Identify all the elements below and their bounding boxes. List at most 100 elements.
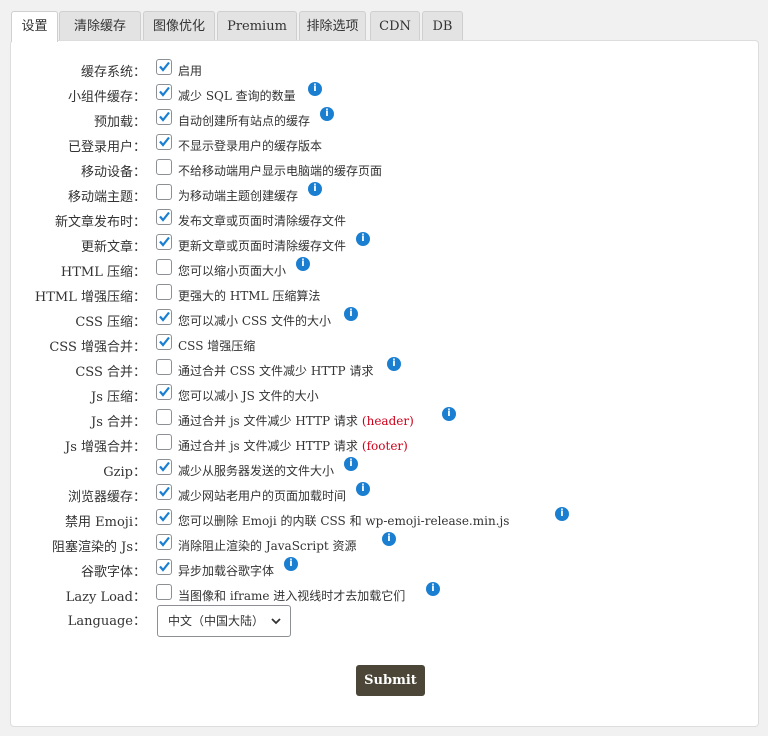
setting-row: CSS 压缩： 您可以减小 CSS 文件的大小 i (0, 307, 760, 332)
setting-checkbox[interactable] (156, 484, 172, 500)
info-icon[interactable]: i (387, 357, 401, 371)
setting-description: 发布文章或页面时清除缓存文件 (178, 212, 346, 229)
setting-checkbox[interactable] (156, 359, 172, 375)
tab-clear-cache[interactable]: 清除缓存 (59, 11, 141, 40)
setting-label: HTML 增强压缩： (34, 290, 146, 305)
checkmark-icon (159, 536, 170, 547)
setting-description: 不显示登录用户的缓存版本 (178, 137, 322, 154)
checkmark-icon (159, 61, 170, 72)
info-icon[interactable]: i (296, 257, 310, 271)
setting-checkbox[interactable] (156, 534, 172, 550)
setting-row: CSS 增强合并： CSS 增强压缩 (0, 333, 760, 357)
setting-label: 浏览器缓存： (67, 490, 146, 505)
info-icon[interactable]: i (442, 407, 456, 421)
checkmark-icon (159, 111, 170, 122)
setting-checkbox[interactable] (156, 284, 172, 300)
setting-description-text: 减少网站老用户的页面加载时间 (178, 489, 347, 503)
info-icon[interactable]: i (344, 307, 358, 321)
info-icon[interactable]: i (308, 82, 322, 96)
setting-description: 消除阻止渲染的 JavaScript 资源 (178, 537, 357, 554)
setting-description: 您可以减小 JS 文件的大小 (178, 387, 319, 404)
setting-row: HTML 增强压缩： 更强大的 HTML 压缩算法 (0, 283, 760, 307)
setting-description: 通过合并 CSS 文件减少 HTTP 请求 (178, 362, 373, 379)
info-icon[interactable]: i (284, 557, 298, 571)
setting-checkbox[interactable] (156, 109, 172, 125)
setting-label: Gzip： (103, 465, 146, 480)
setting-description: 为移动端主题创建缓存 (178, 187, 298, 204)
setting-label: 阻塞渲染的 Js： (51, 540, 146, 555)
setting-description: 当图像和 iframe 进入视线时才去加载它们 (178, 587, 405, 604)
tab-db[interactable]: DB (422, 11, 463, 40)
setting-checkbox[interactable] (156, 459, 172, 475)
setting-checkbox[interactable] (156, 409, 172, 425)
setting-description-text: 发布文章或页面时清除缓存文件 (178, 214, 347, 228)
tab-premium[interactable]: Premium (217, 11, 297, 40)
setting-row: 更新文章： 更新文章或页面时清除缓存文件 i (0, 232, 760, 257)
setting-description: 更强大的 HTML 压缩算法 (178, 287, 320, 304)
setting-checkbox[interactable] (156, 584, 172, 600)
info-icon[interactable]: i (356, 232, 370, 246)
checkmark-icon (159, 136, 170, 147)
language-select[interactable]: 中文（中国大陆） (157, 605, 291, 637)
setting-checkbox[interactable] (156, 134, 172, 150)
tab-cdn[interactable]: CDN (370, 11, 420, 40)
setting-label: 新文章发布时： (54, 215, 146, 230)
setting-label: 移动端主题： (67, 190, 146, 205)
setting-checkbox[interactable] (156, 384, 172, 400)
setting-checkbox[interactable] (156, 209, 172, 225)
setting-row: Js 压缩： 您可以减小 JS 文件的大小 (0, 383, 760, 407)
setting-checkbox[interactable] (156, 159, 172, 175)
setting-label: 谷歌字体： (80, 565, 146, 580)
setting-description: 通过合并 js 文件减少 HTTP 请求 (footer) (178, 437, 408, 454)
setting-description-text: 通过合并 js 文件减少 HTTP 请求 (178, 414, 358, 428)
setting-checkbox[interactable] (156, 59, 172, 75)
setting-checkbox[interactable] (156, 434, 172, 450)
setting-row: HTML 压缩： 您可以缩小页面大小 i (0, 257, 760, 282)
setting-row: 小组件缓存： 减少 SQL 查询的数量 i (0, 82, 760, 107)
setting-row: 禁用 Emoji： 您可以删除 Emoji 的内联 CSS 和 wp-emoji-… (0, 507, 760, 532)
setting-checkbox[interactable] (156, 84, 172, 100)
setting-checkbox[interactable] (156, 259, 172, 275)
checkmark-icon (159, 211, 170, 222)
setting-label: CSS 增强合并： (49, 340, 146, 355)
setting-checkbox[interactable] (156, 334, 172, 350)
setting-description: CSS 增强压缩 (178, 337, 255, 354)
setting-description: 通过合并 js 文件减少 HTTP 请求 (header) (178, 412, 414, 429)
setting-description: 您可以缩小页面大小 (178, 262, 286, 279)
setting-description-text: 为移动端主题创建缓存 (178, 189, 299, 203)
setting-label: CSS 压缩： (75, 315, 146, 330)
setting-checkbox[interactable] (156, 309, 172, 325)
setting-description: 您可以删除 Emoji 的内联 CSS 和 wp-emoji-release.m… (178, 512, 509, 529)
tab-image-optimization[interactable]: 图像优化 (143, 11, 215, 40)
info-icon[interactable]: i (382, 532, 396, 546)
info-icon[interactable]: i (308, 182, 322, 196)
setting-label: Js 压缩： (90, 390, 146, 405)
setting-description-text: CSS 增强压缩 (178, 339, 256, 353)
setting-description: 减少 SQL 查询的数量 (178, 87, 296, 104)
setting-description-text: 不显示登录用户的缓存版本 (178, 139, 323, 153)
setting-row: 浏览器缓存： 减少网站老用户的页面加载时间 i (0, 482, 760, 507)
language-row: Language： (0, 607, 760, 631)
setting-row: 已登录用户： 不显示登录用户的缓存版本 (0, 133, 760, 157)
tab-exclude[interactable]: 排除选项 (299, 11, 366, 40)
setting-checkbox[interactable] (156, 509, 172, 525)
info-icon[interactable]: i (320, 107, 334, 121)
submit-button[interactable]: Submit (356, 665, 425, 696)
setting-row: CSS 合并： 通过合并 CSS 文件减少 HTTP 请求 i (0, 357, 760, 382)
setting-checkbox[interactable] (156, 184, 172, 200)
setting-description: 启用 (178, 62, 202, 79)
setting-description-text: 您可以缩小页面大小 (178, 264, 287, 278)
setting-checkbox[interactable] (156, 234, 172, 250)
setting-row: 移动设备： 不给移动端用户显示电脑端的缓存页面 (0, 158, 760, 182)
tab-settings[interactable]: 设置 (11, 11, 58, 42)
checkmark-icon (159, 561, 170, 572)
info-icon[interactable]: i (555, 507, 569, 521)
setting-checkbox[interactable] (156, 559, 172, 575)
setting-row: 缓存系统： 启用 (0, 58, 760, 82)
info-icon[interactable]: i (344, 457, 358, 471)
info-icon[interactable]: i (356, 482, 370, 496)
setting-label: Js 合并： (90, 415, 146, 430)
setting-row: 阻塞渲染的 Js： 消除阻止渲染的 JavaScript 资源 i (0, 532, 760, 557)
language-label: Language： (67, 614, 146, 629)
info-icon[interactable]: i (426, 582, 440, 596)
